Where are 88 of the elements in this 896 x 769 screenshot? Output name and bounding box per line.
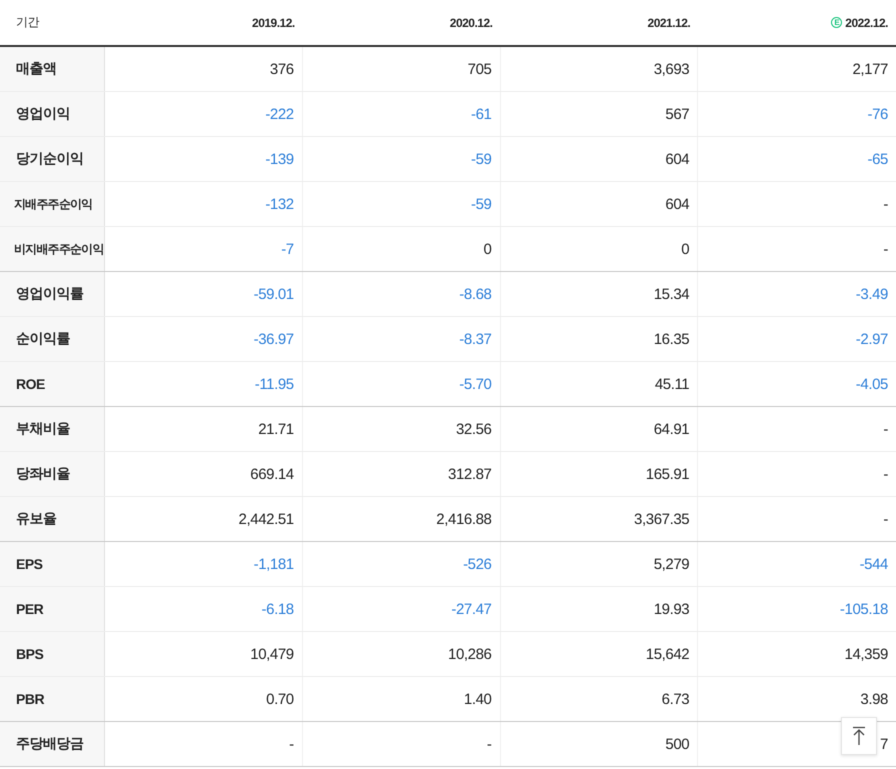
table-cell: 1.40 [464, 690, 492, 708]
table-cell: -132 [265, 196, 294, 212]
row-label: EPS [0, 542, 105, 586]
table-cell: -59.01 [254, 286, 294, 302]
row-label: 지배주주순이익 [0, 182, 105, 226]
table-cell: -105.18 [840, 600, 888, 618]
column-header: 2022.12. [845, 16, 888, 30]
table-cell: -11.95 [254, 376, 294, 392]
row-label: 부채비율 [0, 407, 105, 451]
row-label: 영업이익률 [0, 272, 105, 316]
column-header: 2021.12. [648, 16, 690, 30]
row-label: BPS [0, 632, 105, 676]
table-cell: 705 [468, 60, 492, 78]
table-cell: - [883, 466, 888, 482]
table-cell: 0 [484, 240, 492, 258]
table-cell: -2.97 [856, 330, 888, 348]
row-label: ROE [0, 362, 105, 406]
table-cell: 6.73 [662, 690, 690, 708]
table-cell: -526 [463, 556, 492, 572]
table-cell: - [289, 736, 294, 752]
table-cell: 3.98 [860, 690, 888, 708]
row-label: 당기순이익 [0, 137, 105, 181]
table-cell: -139 [265, 150, 294, 168]
table-cell: - [883, 196, 888, 212]
table-cell: -36.97 [254, 330, 294, 348]
table-cell: -7 [281, 240, 294, 258]
table-cell: -1,181 [254, 556, 294, 572]
table-cell: -8.37 [459, 330, 492, 348]
table-cell: -27.47 [451, 600, 492, 618]
table-cell: 15,642 [646, 646, 690, 662]
table-cell: 15.34 [654, 286, 690, 302]
table-cell: -61 [471, 106, 492, 122]
table-cell: 64.91 [654, 420, 690, 438]
table-cell: -4.05 [856, 376, 888, 392]
table-cell: 2,177 [852, 60, 888, 78]
table-cell: 32.56 [456, 420, 492, 438]
table-cell: -59 [471, 150, 492, 168]
table-cell: -544 [860, 556, 888, 572]
table-cell: -6.18 [262, 600, 294, 618]
row-label: 순이익률 [0, 317, 105, 361]
table-cell: - [883, 420, 888, 438]
table-cell: - [486, 736, 492, 752]
scroll-top-button[interactable] [841, 717, 877, 755]
row-label: 영업이익 [0, 92, 105, 136]
table-cell: -76 [868, 106, 888, 122]
table-cell: 567 [665, 106, 690, 122]
table-cell: 45.11 [654, 376, 690, 392]
table-cell: 7 [880, 736, 888, 752]
table-cell: -5.70 [459, 376, 492, 392]
table-cell: 19.93 [654, 600, 690, 618]
row-label: 주당배당금 [0, 722, 105, 766]
table-cell: -65 [868, 150, 888, 168]
row-label: 유보율 [0, 497, 105, 541]
table-cell: -59 [471, 196, 492, 212]
table-cell: 5,279 [654, 556, 690, 572]
table-cell: 3,693 [654, 60, 690, 78]
table-cell: 500 [665, 736, 690, 752]
table-cell: -8.68 [459, 286, 492, 302]
column-header: 2019.12. [252, 16, 295, 30]
table-cell: 10,286 [448, 646, 492, 662]
table-cell: 21.71 [258, 420, 294, 438]
table-cell: 2,442.51 [238, 510, 294, 528]
table-cell: 312.87 [448, 466, 492, 482]
table-cell: 376 [270, 60, 294, 78]
table-cell: 604 [665, 196, 690, 212]
row-label: 비지배주주순이익 [0, 227, 105, 271]
table-cell: - [883, 510, 888, 528]
table-cell: 16.35 [654, 330, 690, 348]
table-cell: -3.49 [856, 286, 888, 302]
table-cell: 3,367.35 [634, 510, 690, 528]
header-label: 기간 [15, 14, 40, 31]
table-cell: 0.70 [266, 690, 294, 708]
table-cell: 2,416.88 [436, 510, 492, 528]
column-header: 2020.12. [450, 16, 492, 30]
row-label: 당좌비율 [0, 452, 105, 496]
table-cell: 669.14 [250, 466, 294, 482]
row-label: 매출액 [0, 47, 105, 91]
arrow-up-icon [852, 726, 866, 746]
row-label: PBR [0, 677, 105, 721]
table-cell: -222 [265, 106, 294, 122]
table-cell: 0 [681, 240, 690, 258]
table-cell: 604 [665, 150, 690, 168]
table-cell: 10,479 [250, 646, 294, 662]
table-cell: 165.91 [646, 466, 690, 482]
row-label: PER [0, 587, 105, 631]
estimate-badge: E [831, 17, 842, 28]
table-cell: 14,359 [844, 646, 888, 662]
table-cell: - [883, 240, 888, 258]
